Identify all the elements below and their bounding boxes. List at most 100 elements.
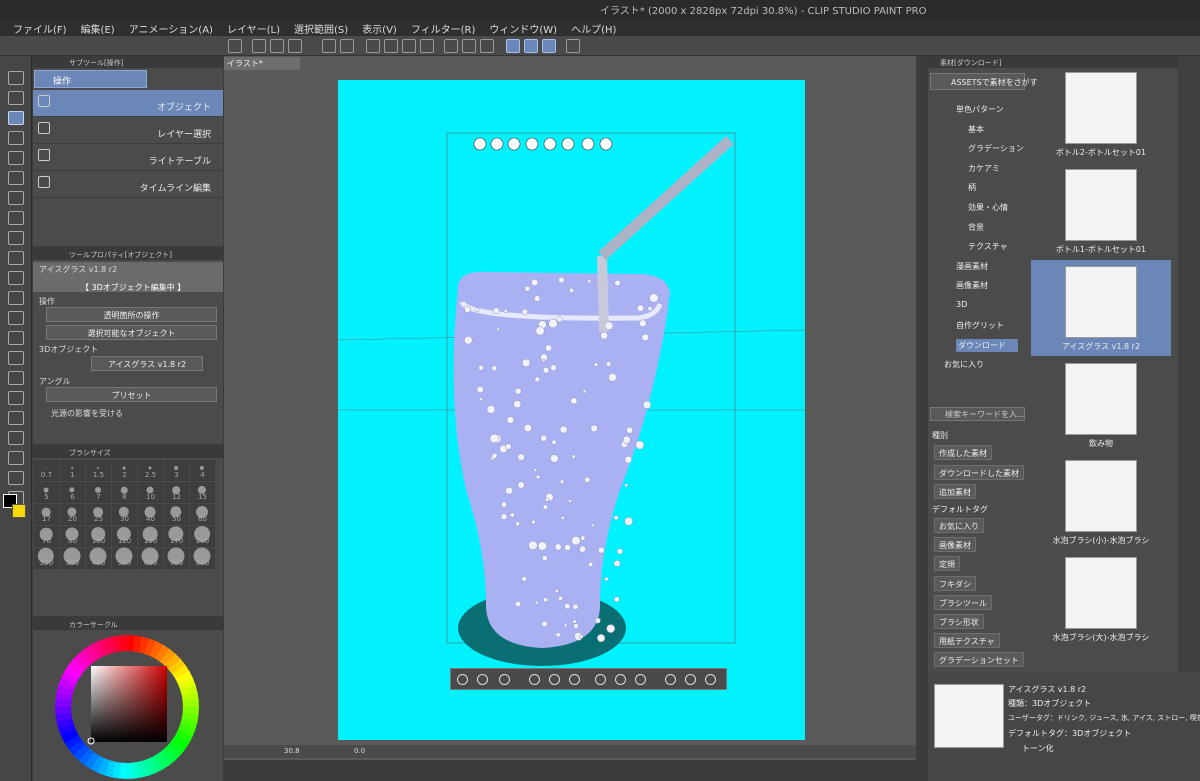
undo-icon[interactable] xyxy=(322,39,336,53)
brush-size-cell[interactable]: 8 xyxy=(112,482,137,503)
ground-icon[interactable] xyxy=(569,674,580,685)
tree-item[interactable]: テクスチャ xyxy=(968,241,1008,252)
tree-item[interactable]: 画像素材 xyxy=(956,280,988,291)
pose-lock-icon[interactable] xyxy=(705,674,716,685)
subtool-item-timeline[interactable]: タイムライン編集 xyxy=(33,171,223,198)
brush-size-cell[interactable]: 10 xyxy=(138,482,163,503)
text-icon[interactable] xyxy=(8,451,24,465)
figure-icon[interactable] xyxy=(8,391,24,405)
lasso-icon[interactable] xyxy=(8,91,24,105)
kind-tag-button[interactable]: ダウンロードした素材 xyxy=(934,464,1024,480)
brush-size-cell[interactable]: 50 xyxy=(164,504,189,525)
rotate-icon[interactable] xyxy=(615,674,626,685)
menu-edit[interactable]: 編集(E) xyxy=(74,18,122,36)
brush-size-cell[interactable]: 150 xyxy=(138,526,163,547)
brush-size-cell[interactable]: 800 xyxy=(190,547,215,569)
brush-size-cell[interactable]: 70 xyxy=(34,526,59,547)
transparent-op-select[interactable]: 透明箇所の操作 xyxy=(46,307,217,322)
brush-size-cell[interactable]: 2.5 xyxy=(138,460,163,481)
default-tag-button[interactable]: 画像素材 xyxy=(934,537,976,553)
balloon-icon[interactable] xyxy=(8,471,24,485)
default-tag-button[interactable]: 用紙テクスチャ xyxy=(934,633,1000,649)
move-icon[interactable] xyxy=(8,131,24,145)
default-tag-button[interactable]: ブラシ形状 xyxy=(934,614,984,629)
default-tag-button[interactable]: お気に入り xyxy=(934,518,984,533)
snap-ruler-icon[interactable] xyxy=(506,39,520,53)
brush-size-cell[interactable]: 0.7 xyxy=(34,460,59,481)
tree-item[interactable]: 柄 xyxy=(968,182,976,193)
brush-size-cell[interactable]: 100 xyxy=(86,526,111,547)
subtool-item-object[interactable]: オブジェクト xyxy=(33,90,223,117)
pose-icon[interactable] xyxy=(665,674,676,685)
brush-size-cell[interactable]: 5 xyxy=(34,482,59,503)
snap-grid-icon[interactable] xyxy=(542,39,556,53)
tree-item[interactable]: お気に入り xyxy=(944,359,984,370)
ruler-icon[interactable] xyxy=(8,431,24,445)
reset-icon[interactable] xyxy=(595,674,606,685)
brush-icon[interactable] xyxy=(8,251,24,265)
transform-icon[interactable] xyxy=(420,39,434,53)
brush-size-cell[interactable]: 17 xyxy=(34,504,59,525)
brush-size-cell[interactable]: 400 xyxy=(86,547,111,569)
brush-size-cell[interactable]: 3 xyxy=(164,460,189,481)
default-tag-button[interactable]: 定規 xyxy=(934,556,960,572)
brush-size-cell[interactable]: 120 xyxy=(112,526,137,547)
kind-tag-button[interactable]: 追加素材 xyxy=(934,484,976,499)
tree-item[interactable]: 漫画素材 xyxy=(956,261,988,272)
deselect-icon[interactable] xyxy=(444,39,458,53)
brush-size-cell[interactable]: 30 xyxy=(112,504,137,525)
material-thumbnail[interactable]: ボトル1-ボトルセット01 xyxy=(1031,163,1171,259)
default-tag-button[interactable]: グラデーションセット xyxy=(934,652,1024,668)
brush-size-cell[interactable]: 170 xyxy=(164,526,189,547)
rotation-value[interactable]: 0.0 xyxy=(354,747,365,755)
frame-border-icon[interactable] xyxy=(8,411,24,425)
subtool-group-tab[interactable]: 操作 xyxy=(34,70,147,88)
material-thumbnail[interactable]: 飲み物 xyxy=(1031,357,1171,453)
brush-size-cell[interactable]: 250 xyxy=(34,547,59,569)
pen-icon[interactable] xyxy=(8,211,24,225)
prev-icon[interactable] xyxy=(457,674,468,685)
operation-icon[interactable] xyxy=(8,111,24,125)
material-thumbnail[interactable]: アイスグラス v1.8 r2 xyxy=(1031,260,1171,356)
3d-glass-object[interactable] xyxy=(338,80,805,740)
brush-size-cell[interactable]: 1 xyxy=(60,460,85,481)
save-icon[interactable] xyxy=(288,39,302,53)
3d-object-select[interactable]: アイスグラス v1.8 r2 xyxy=(91,356,203,371)
eyedropper-icon[interactable] xyxy=(8,191,24,205)
sub-color-swatch[interactable] xyxy=(12,504,26,518)
brush-size-cell[interactable]: 40 xyxy=(138,504,163,525)
menu-animation[interactable]: アニメーション(A) xyxy=(122,18,220,36)
open-file-icon[interactable] xyxy=(270,39,284,53)
menu-file[interactable]: ファイル(F) xyxy=(6,18,74,36)
airbrush-icon[interactable] xyxy=(8,271,24,285)
material-thumbnail[interactable]: 水泡ブラシ(大)-水泡ブラシ xyxy=(1031,551,1171,647)
zoom-icon[interactable] xyxy=(8,71,24,85)
fit-icon[interactable] xyxy=(549,674,560,685)
menu-window[interactable]: ウィンドウ(W) xyxy=(482,18,564,36)
default-tag-button[interactable]: フキダシ xyxy=(934,575,977,591)
tree-item[interactable]: 自作グリット xyxy=(956,320,1004,331)
color-wheel[interactable] xyxy=(33,631,223,781)
subtool-item-light-table[interactable]: ライトテーブル xyxy=(33,144,223,171)
crop-icon[interactable] xyxy=(462,39,476,53)
next-icon[interactable] xyxy=(477,674,488,685)
tree-item[interactable]: ダウンロード xyxy=(956,339,1018,353)
redo-icon[interactable] xyxy=(340,39,354,53)
brush-size-cell[interactable]: 25 xyxy=(86,504,111,525)
kind-tag-button[interactable]: 作成した素材 xyxy=(934,445,992,460)
menu-help[interactable]: ヘルプ(H) xyxy=(564,18,623,36)
auto-select-icon[interactable] xyxy=(8,171,24,185)
decoration-icon[interactable] xyxy=(8,291,24,305)
brush-size-cell[interactable]: 12 xyxy=(164,482,189,503)
brush-size-cell[interactable]: 700 xyxy=(164,547,189,569)
pose-alt-icon[interactable] xyxy=(685,674,696,685)
tree-item[interactable]: 単色パターン xyxy=(956,104,1004,115)
brush-size-cell[interactable]: 80 xyxy=(60,526,85,547)
tab-illust[interactable]: イラスト* xyxy=(224,57,300,70)
tree-item[interactable]: 効果・心情 xyxy=(968,202,1008,213)
brush-size-cell[interactable]: 6 xyxy=(60,482,85,503)
new-file-icon[interactable] xyxy=(252,39,266,53)
parts-icon[interactable] xyxy=(635,674,646,685)
help-icon[interactable] xyxy=(566,39,580,53)
brush-size-cell[interactable]: 20 xyxy=(60,504,85,525)
